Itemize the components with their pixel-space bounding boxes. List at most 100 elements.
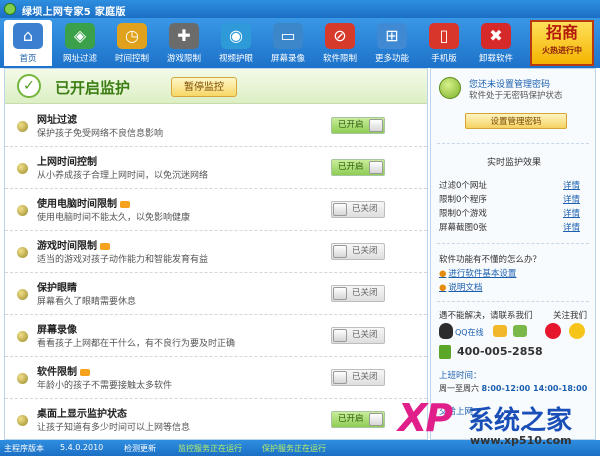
feature-toggle[interactable]: 已开启 (331, 411, 385, 428)
qq-online-link[interactable]: QQ在线 (455, 327, 484, 338)
promo-banner[interactable]: 招商 火热进行中 (530, 20, 594, 66)
qzone-icon[interactable] (569, 323, 585, 339)
feature-desc: 屏幕看久了眼睛需要休息 (37, 297, 137, 307)
eye-icon: ◉ (221, 23, 251, 49)
stats-title: 实时监护效果 (486, 158, 541, 168)
feature-title: 使用电脑时间限制 (37, 199, 117, 210)
feature-toggle[interactable]: 已关闭 (331, 201, 385, 218)
stat-detail-link[interactable]: 详情 (563, 207, 580, 219)
work-days: 周一至周六 (439, 384, 479, 393)
pause-monitor-button[interactable]: 暂停监控 (171, 77, 237, 97)
contact-label: 遇不能解决，请联系我们 (439, 311, 533, 321)
site-watermark: XP 系统之家 www.xp510.com (398, 396, 598, 456)
tab-screen-record[interactable]: ▭ 屏幕录像 (264, 20, 312, 66)
info-sidebar: 您还未设置管理密码 软件处于无密码保护状态 设置管理密码 实时监护效果 过滤0个… (430, 68, 596, 440)
tab-more-features[interactable]: ⊞ 更多功能 (368, 20, 416, 66)
check-icon: ✓ (17, 74, 41, 98)
watermark-url: www.xp510.com (470, 434, 572, 447)
tab-eye-protection[interactable]: ◉ 视频护眼 (212, 20, 260, 66)
feature-title: 上网时间控制 (37, 157, 97, 168)
feature-row-software-limit: 软件限制 年龄小的孩子不需要接触太多软件 已关闭 (5, 357, 427, 399)
feature-toggle[interactable]: 已关闭 (331, 327, 385, 344)
feature-toggle[interactable]: 已关闭 (331, 243, 385, 260)
work-hours: 周一至周六 8:00-12:00 14:00-18:00 (439, 383, 587, 394)
feature-title-wrap: 使用电脑时间限制 (37, 195, 130, 210)
software-icon: ⊘ (325, 23, 355, 49)
new-badge-icon (100, 242, 110, 250)
toggle-knob (333, 329, 347, 342)
phone-icon (439, 345, 451, 359)
feature-desc: 从小养成孩子合理上网时间，以免沉迷网络 (37, 171, 209, 181)
toggle-label: 已关闭 (352, 330, 378, 340)
feature-title: 软件限制 (37, 367, 77, 378)
feature-row-screen-record: 屏幕录像 看看孩子上网都在干什么，有不良行为要及时正确 已关闭 (5, 315, 427, 357)
app-logo-icon (4, 3, 16, 15)
faq-title: 软件功能有不懂的怎么办？ (439, 255, 542, 265)
watermark-xp: XP (398, 396, 453, 440)
tab-label: 屏幕录像 (270, 54, 305, 64)
feature-panel: ✓ 已开启监护 暂停监控 网址过滤 保护孩子免受网络不良信息影响 已开启 上网时… (4, 68, 428, 440)
feature-toggle[interactable]: 已开启 (331, 159, 385, 176)
feature-desc: 使用电脑时间不能太久，以免影响健康 (37, 213, 191, 223)
weibo-icon[interactable] (545, 323, 561, 339)
feature-row-url-filter: 网址过滤 保护孩子免受网络不良信息影响 已开启 (5, 105, 427, 147)
feature-title: 游戏时间限制 (37, 241, 97, 252)
stat-detail-link[interactable]: 详情 (563, 221, 580, 233)
feature-toggle[interactable]: 已关闭 (331, 369, 385, 386)
tab-software-limit[interactable]: ⊘ 软件限制 (316, 20, 364, 66)
check-update-link[interactable]: 检测更新 (124, 443, 156, 454)
faq-link-settings[interactable]: ● 进行软件基本设置 (439, 267, 516, 279)
stat-detail-link[interactable]: 详情 (563, 193, 580, 205)
status-dot-icon (17, 373, 28, 384)
tab-label: 卸载软件 (478, 54, 513, 64)
divider (437, 243, 589, 244)
title-bar: 绿坝上网专家5 家庭版 (0, 0, 600, 18)
admin-password-subtitle: 软件处于无密码保护状态 (469, 91, 563, 101)
toggle-label: 已关闭 (352, 372, 378, 382)
toggle-knob (369, 413, 383, 426)
stat-text: 屏幕截图0张 (439, 223, 487, 233)
toggle-label: 已开启 (338, 414, 364, 424)
feature-desc: 年龄小的孩子不需要接触太多软件 (37, 381, 173, 391)
feature-desc: 让孩子知道有多少时间可以上网等信息 (37, 423, 191, 433)
tab-url-filter[interactable]: ◈ 网址过滤 (56, 20, 104, 66)
bullet-icon: ● (439, 283, 447, 293)
tab-label: 首页 (19, 54, 37, 64)
tab-home[interactable]: ⌂ 首页 (4, 20, 52, 66)
faq-link-docs[interactable]: ● 说明文档 (439, 281, 482, 293)
tab-label: 时间控制 (114, 54, 149, 64)
feature-row-pc-time: 使用电脑时间限制 使用电脑时间不能太久，以免影响健康 已关闭 (5, 189, 427, 231)
tab-uninstall[interactable]: ✖ 卸载软件 (472, 20, 520, 66)
feature-title: 保护眼睛 (37, 283, 77, 294)
promo-title: 招商 (545, 23, 578, 42)
stat-text: 限制0个程序 (439, 195, 487, 205)
feature-row-online-time: 上网时间控制 从小养成孩子合理上网时间，以免沉迷网络 已开启 (5, 147, 427, 189)
work-time: 8:00-12:00 14:00-18:00 (481, 384, 588, 393)
version-number: 5.4.0.2010 (60, 443, 104, 452)
tab-game-limit[interactable]: ✚ 游戏限制 (160, 20, 208, 66)
monitor-status-header: ✓ 已开启监护 暂停监控 (5, 69, 427, 104)
status-dot-icon (17, 121, 28, 132)
stat-detail-link[interactable]: 详情 (563, 179, 580, 191)
feature-title: 网址过滤 (37, 115, 77, 126)
toggle-label: 已关闭 (352, 288, 378, 298)
feature-toggle[interactable]: 已开启 (331, 117, 385, 134)
mail-icon[interactable] (513, 325, 527, 337)
status-dot-icon (17, 331, 28, 342)
work-hours-title: 上班时间： (439, 371, 482, 381)
feature-row-game-time: 游戏时间限制 适当的游戏对孩子动作能力和智能发育有益 已关闭 (5, 231, 427, 273)
feature-row-desktop-status: 桌面上显示监护状态 让孩子知道有多少时间可以上网等信息 已开启 (5, 399, 427, 441)
tab-time-control[interactable]: ◷ 时间控制 (108, 20, 156, 66)
watermark-title: 系统之家 (468, 406, 573, 436)
smile-icon[interactable] (493, 325, 507, 337)
phone-icon: ▯ (429, 23, 459, 49)
tab-label: 游戏限制 (166, 54, 201, 64)
divider (437, 301, 589, 302)
set-password-button[interactable]: 设置管理密码 (465, 113, 567, 129)
feature-toggle[interactable]: 已关闭 (331, 285, 385, 302)
tab-mobile[interactable]: ▯ 手机版 (420, 20, 468, 66)
new-badge-icon (120, 200, 130, 208)
qq-icon[interactable] (439, 323, 453, 339)
tab-label: 网址过滤 (62, 54, 97, 64)
tab-label: 手机版 (431, 54, 457, 64)
